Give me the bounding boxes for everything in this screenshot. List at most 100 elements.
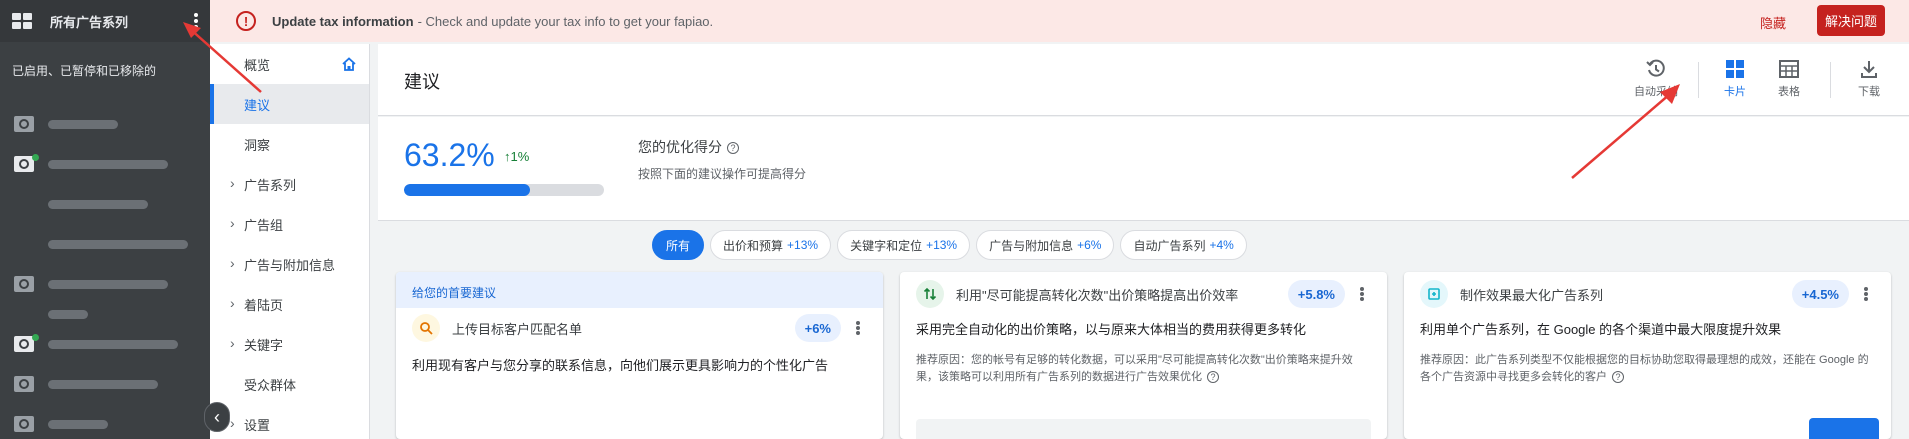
campaign-name-redacted (48, 339, 178, 349)
nav-item-campaigns[interactable]: 广告系列 (210, 164, 369, 204)
recommendation-filter-chips: 所有 出价和预算 +13% 关键字和定位 +13% 广告与附加信息 +6% 自动广告系… (378, 222, 1909, 268)
card-header-row: 制作效果最大化广告系列 +4.5% (1420, 280, 1875, 308)
campaign-status-filter[interactable]: 已启用、已暂停和已移除的 (0, 42, 210, 104)
campaign-list-item[interactable] (0, 324, 210, 364)
campaign-list-item[interactable] (0, 364, 210, 404)
top-recommendation-banner: 给您的首要建议 (396, 272, 883, 308)
ad-group-list-item[interactable] (0, 304, 210, 324)
nav-item-keywords[interactable]: 关键字 (210, 324, 369, 364)
card-reason: 推荐原因：此广告系列类型不仅能根据您的目标协助您取得最理想的成效，还能在 Goo… (1420, 352, 1870, 386)
campaign-name-redacted (48, 379, 158, 389)
nav-item-audiences[interactable]: 受众群体 (210, 364, 369, 404)
enabled-status-dot (32, 154, 39, 161)
chip-pct: +4% (1209, 238, 1234, 252)
help-icon[interactable]: ? (727, 142, 739, 155)
nav-item-label: 广告系列 (244, 177, 297, 193)
history-icon (1646, 59, 1665, 77)
nav-item-ad-groups[interactable]: 广告组 (210, 204, 369, 244)
nav-item-landing-pages[interactable]: 着陆页 (210, 284, 369, 324)
campaign-name-redacted (48, 119, 118, 129)
card-reason-text: 推荐原因：此广告系列类型不仅能根据您的目标协助您取得最理想的成效，还能在 Goo… (1420, 354, 1869, 383)
toolbar-divider (1830, 62, 1831, 98)
filter-chip-keywords-targeting[interactable]: 关键字和定位 +13% (837, 230, 971, 260)
nav-item-label: 概览 (244, 57, 271, 73)
enabled-status-dot (32, 334, 39, 341)
card-headline: 利用现有客户与您分享的联系信息，向他们展示更具影响力的个性化广告 (412, 358, 829, 373)
chip-pct: +13% (926, 238, 958, 252)
nav-item-label: 关键字 (244, 337, 284, 353)
table-view-label: 表格 (1778, 86, 1800, 98)
campaign-list-item[interactable] (0, 144, 210, 184)
card-headline: 采用完全自动化的出价策略，以与原来大体相当的费用获得更多转化 (916, 322, 1307, 337)
filter-chip-auto-campaigns[interactable]: 自动广告系列 +4% (1120, 230, 1247, 260)
cards-view-icon (1726, 60, 1744, 78)
recommendation-card-customer-match[interactable]: 给您的首要建议 上传目标客户匹配名单 +6% 利用现有客户与您分享的联系信息，向… (396, 272, 883, 439)
table-view-button[interactable]: 表格 (1762, 58, 1816, 108)
ad-group-name-redacted (48, 239, 188, 249)
nav-item-insights[interactable]: 洞察 (210, 124, 369, 164)
alert-fix-button[interactable]: 解决问题 (1817, 5, 1885, 36)
campaign-list-item[interactable] (0, 104, 210, 144)
home-icon[interactable] (341, 56, 357, 72)
search-campaign-icon (14, 336, 34, 352)
chip-pct: +13% (787, 238, 819, 252)
nav-item-recommendations[interactable]: 建议 (210, 84, 369, 124)
nav-item-label: 受众群体 (244, 377, 297, 393)
nav-item-settings[interactable]: 设置 (210, 404, 369, 439)
more-vert-icon[interactable] (1857, 285, 1875, 303)
grid-icon[interactable] (12, 13, 32, 29)
card-headline: 利用单个广告系列，在 Google 的各个渠道中最大限度提升效果 (1420, 322, 1782, 337)
score-uplift-badge: +5.8% (1287, 280, 1345, 308)
search-campaign-icon (14, 156, 34, 172)
ad-group-list-item[interactable] (0, 224, 210, 264)
filter-chip-all[interactable]: 所有 (652, 230, 705, 260)
chip-pct: +6% (1077, 238, 1102, 252)
cards-view-button[interactable]: 卡片 (1708, 58, 1762, 108)
help-icon[interactable]: ? (1207, 371, 1219, 384)
card-reason-text: 推荐原因：您的帐号有足够的转化数据，可以采用"尽可能提高转化次数"出价策略来提升… (916, 354, 1353, 383)
more-vert-icon[interactable] (190, 11, 202, 31)
help-icon[interactable]: ? (1612, 371, 1624, 384)
tax-alert-bar: ! Update tax information - Check and upd… (210, 0, 1909, 42)
search-icon (412, 314, 440, 342)
card-title: 利用"尽可能提高转化次数"出价策略提高出价效率 (956, 287, 1239, 303)
recommendation-card-performance-max[interactable]: 制作效果最大化广告系列 +4.5% 利用单个广告系列，在 Google 的各个渠… (1404, 272, 1891, 439)
nav-item-label: 建议 (244, 97, 271, 113)
campaign-panel-title: 所有广告系列 (50, 14, 129, 30)
chip-label: 广告与附加信息 (989, 238, 1074, 253)
nav-item-label: 广告组 (244, 217, 284, 233)
score-uplift-badge: +6% (794, 314, 841, 342)
nav-item-overview[interactable]: 概览 (210, 44, 369, 84)
ad-group-list-item[interactable] (0, 184, 210, 224)
download-label: 下载 (1858, 86, 1880, 98)
campaign-list-item[interactable] (0, 404, 210, 439)
filter-chip-ads-extensions[interactable]: 广告与附加信息 +6% (976, 230, 1115, 260)
download-button[interactable]: 下载 (1842, 58, 1896, 108)
chevron-left-icon: ‹ (214, 406, 220, 427)
campaign-list-item[interactable] (0, 264, 210, 304)
ad-group-name-redacted (48, 309, 88, 319)
error-icon: ! (236, 11, 256, 31)
collapse-panel-button[interactable]: ‹ (204, 402, 230, 432)
bidding-icon (916, 280, 944, 308)
card-apply-button[interactable] (1809, 418, 1879, 439)
more-vert-icon[interactable] (1353, 285, 1371, 303)
campaign-name-redacted (48, 419, 108, 429)
alert-hide-link[interactable]: 隐藏 (1760, 13, 1786, 32)
more-vert-icon[interactable] (849, 319, 867, 337)
cards-view-label: 卡片 (1724, 86, 1746, 98)
optimization-score-label: 您的优化得分 (638, 139, 722, 155)
optimization-score-bar (404, 184, 604, 196)
card-title: 制作效果最大化广告系列 (1460, 287, 1604, 303)
table-view-icon (1779, 60, 1799, 78)
nav-item-ads-extensions[interactable]: 广告与附加信息 (210, 244, 369, 284)
search-campaign-icon (14, 276, 34, 292)
auto-apply-button[interactable]: 自动采纳 (1629, 58, 1683, 108)
card-detail-box (916, 419, 1371, 439)
nav-item-label: 洞察 (244, 137, 271, 153)
nav-item-label: 设置 (244, 417, 271, 433)
optimization-score-bar-fill (404, 184, 531, 196)
filter-chip-bids-budgets[interactable]: 出价和预算 +13% (710, 230, 832, 260)
auto-apply-label: 自动采纳 (1634, 86, 1678, 98)
recommendation-card-maximize-conversions[interactable]: 利用"尽可能提高转化次数"出价策略提高出价效率 +5.8% 采用完全自动化的出价… (900, 272, 1387, 439)
